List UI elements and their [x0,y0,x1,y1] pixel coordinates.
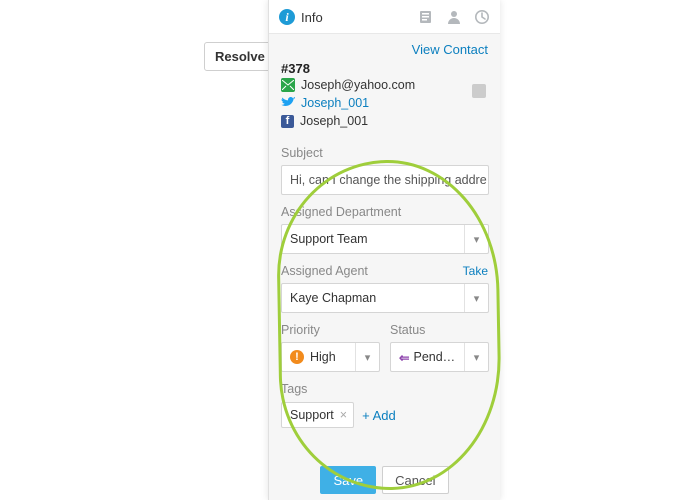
panel-title: Info [301,10,323,25]
priority-high-icon: ! [290,350,304,364]
chevron-down-icon[interactable]: ▾ [464,225,488,253]
label-status: Status [390,323,425,337]
label-subject: Subject [281,146,323,160]
label-department: Assigned Department [281,205,401,219]
ticket-id: #378 [269,61,500,76]
contact-email: Joseph@yahoo.com [301,78,415,92]
twitter-icon [281,96,295,110]
history-icon[interactable] [474,9,490,25]
subject-input[interactable]: Hi, can I change the shipping addre [281,165,489,195]
remove-tag-icon[interactable]: × [340,408,347,422]
contact-facebook: Joseph_001 [300,114,368,128]
facebook-icon: f [281,115,294,128]
chevron-down-icon[interactable]: ▾ [355,343,379,371]
info-icon: i [279,9,295,25]
tag-chip[interactable]: Support × [281,402,354,428]
label-tags: Tags [281,382,307,396]
view-contact-link[interactable]: View Contact [412,42,488,57]
take-link[interactable]: Take [463,264,488,278]
status-select[interactable]: ⇐Pend… ▾ [390,342,489,372]
department-select[interactable]: Support Team ▾ [281,224,489,254]
agent-select[interactable]: Kaye Chapman ▾ [281,283,489,313]
add-tag-link[interactable]: + Add [362,408,396,423]
label-agent: Assigned Agent [281,264,368,278]
status-pending-icon: ⇐ [399,350,409,365]
resolve-label: Resolve [215,49,265,64]
person-icon[interactable] [446,9,462,25]
mail-icon [281,78,295,92]
cancel-button[interactable]: Cancel [382,466,448,494]
vcard-icon[interactable] [472,84,486,98]
chevron-down-icon[interactable]: ▾ [464,284,488,312]
contact-twitter[interactable]: Joseph_001 [301,96,369,110]
info-panel: i Info View Contact #378 Joseph@yahoo.co… [268,0,500,500]
contacts-icon[interactable] [418,9,434,25]
save-button[interactable]: Save [320,466,376,494]
priority-select[interactable]: !High ▾ [281,342,380,372]
label-priority: Priority [281,323,320,337]
chevron-down-icon[interactable]: ▾ [464,343,488,371]
